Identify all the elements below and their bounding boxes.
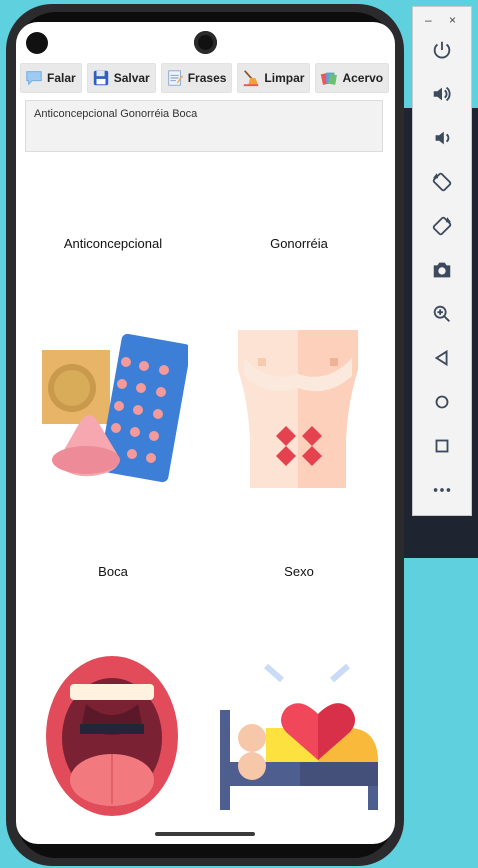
back-button[interactable]	[427, 343, 457, 373]
home-indicator[interactable]	[155, 832, 255, 836]
collection-button[interactable]: Acervo	[315, 63, 390, 93]
contraceptive-icon[interactable]	[40, 332, 188, 484]
floppy-disk-icon	[93, 70, 108, 86]
speak-button-label: Falar	[47, 71, 76, 85]
clear-button-label: Limpar	[264, 71, 305, 85]
zoom-icon	[433, 305, 450, 322]
overview-button[interactable]	[427, 431, 457, 461]
rotate-right-icon	[432, 216, 452, 236]
clear-button[interactable]: Limpar	[237, 63, 311, 93]
collection-button-label: Acervo	[342, 71, 384, 85]
rotate-left-icon	[432, 172, 452, 192]
more-icon	[433, 488, 451, 492]
card-label-boca: Boca	[98, 564, 128, 579]
phrases-button[interactable]: Frases	[160, 63, 233, 93]
phrases-button-label: Frases	[187, 71, 227, 85]
home-icon	[435, 395, 449, 409]
card-label-anticoncepcional: Anticoncepcional	[63, 236, 163, 251]
rotate-right-button[interactable]	[427, 211, 457, 241]
save-button-label: Salvar	[113, 71, 150, 85]
torso-rash-icon[interactable]	[236, 328, 360, 490]
home-button[interactable]	[427, 387, 457, 417]
screenshot-button[interactable]	[427, 255, 457, 285]
speech-bubble-icon	[26, 71, 42, 86]
more-button[interactable]	[427, 475, 457, 505]
minimize-button[interactable]: –	[425, 13, 432, 27]
app-screen: Falar Salvar Frases Limpar Acervo Antico…	[16, 22, 395, 844]
notepad-icon	[167, 70, 183, 86]
rotate-left-button[interactable]	[427, 167, 457, 197]
volume-down-icon	[435, 131, 450, 145]
back-icon	[434, 349, 448, 367]
card-label-sexo: Sexo	[284, 564, 314, 579]
speak-button[interactable]: Falar	[20, 63, 82, 93]
save-button[interactable]: Salvar	[86, 63, 156, 93]
emulator-panel: – ×	[412, 6, 472, 516]
volume-up-icon	[433, 86, 451, 102]
zoom-button[interactable]	[427, 299, 457, 329]
camera-icon	[433, 262, 451, 278]
card-label-gonorreia: Gonorréia	[270, 236, 328, 251]
broom-icon	[244, 70, 259, 87]
open-mouth-icon[interactable]	[44, 654, 180, 818]
sentence-box[interactable]: Anticoncepcional Gonorréia Boca	[25, 100, 383, 152]
volume-up-button[interactable]	[427, 79, 457, 109]
camera-hole-left	[26, 32, 48, 54]
toolbar: Falar Salvar Frases Limpar Acervo	[20, 63, 390, 93]
overview-icon	[435, 439, 449, 453]
close-button[interactable]: ×	[449, 13, 456, 27]
power-button[interactable]	[427, 35, 457, 65]
cards-icon	[321, 72, 338, 85]
power-icon	[433, 41, 451, 59]
volume-down-button[interactable]	[427, 123, 457, 153]
bed-heart-icon[interactable]	[218, 662, 378, 810]
front-camera	[194, 31, 217, 54]
